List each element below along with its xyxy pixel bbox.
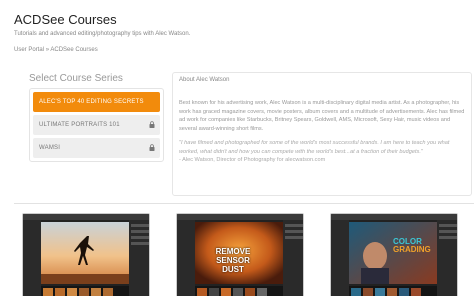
section-divider	[14, 203, 474, 204]
breadcrumb-home-link[interactable]: User Portal	[14, 47, 44, 53]
about-body: Best known for his advertising work, Ale…	[179, 100, 465, 132]
about-credit: - Alec Watson, Director of Photography f…	[179, 157, 326, 163]
lock-icon	[149, 144, 155, 151]
breadcrumb-separator: »	[45, 47, 50, 53]
page-subtitle: Tutorials and advanced editing/photograp…	[14, 31, 191, 37]
course-series-panel: Select Course Series ALEC'S TOP 40 EDITI…	[29, 73, 164, 162]
thumbnail-image	[331, 214, 457, 296]
overlay-line: REMOVE	[215, 247, 251, 256]
series-item-wamsi[interactable]: WAMSI	[33, 138, 160, 158]
course-thumbnail-sensor-dust[interactable]: REMOVE SENSOR DUST	[176, 213, 304, 296]
breadcrumb: User Portal » ACDSee Courses	[14, 47, 98, 53]
about-title: About Alec Watson	[179, 77, 230, 83]
page-title: ACDSee Courses	[14, 12, 117, 27]
about-quote: "I have filmed and photographed for some…	[179, 140, 450, 155]
series-item-label: ALEC'S TOP 40 EDITING SECRETS	[39, 99, 144, 105]
about-instructor-panel: About Alec Watson Best known for his adv…	[172, 72, 472, 196]
course-thumbnail-silhouette[interactable]	[22, 213, 150, 296]
thumbnail-title-overlay: COLOR GRADING	[393, 238, 431, 254]
series-item-ultimate-portraits-101[interactable]: ULTIMATE PORTRAITS 101	[33, 115, 160, 135]
overlay-line: SENSOR	[216, 256, 250, 265]
series-item-label: ULTIMATE PORTRAITS 101	[39, 122, 120, 128]
thumbnail-image	[23, 214, 149, 296]
series-item-label: WAMSI	[39, 145, 61, 151]
breadcrumb-current: ACDSee Courses	[50, 47, 98, 53]
thumbnail-title-overlay: REMOVE SENSOR DUST	[215, 247, 251, 274]
series-heading: Select Course Series	[29, 73, 123, 84]
lock-icon	[149, 121, 155, 128]
series-list: ALEC'S TOP 40 EDITING SECRETS ULTIMATE P…	[29, 88, 164, 162]
overlay-line: GRADING	[393, 245, 431, 254]
course-thumbnail-color-grading[interactable]: COLOR GRADING	[330, 213, 458, 296]
overlay-line: DUST	[222, 265, 244, 274]
series-item-top-40-editing-secrets[interactable]: ALEC'S TOP 40 EDITING SECRETS	[33, 92, 160, 112]
